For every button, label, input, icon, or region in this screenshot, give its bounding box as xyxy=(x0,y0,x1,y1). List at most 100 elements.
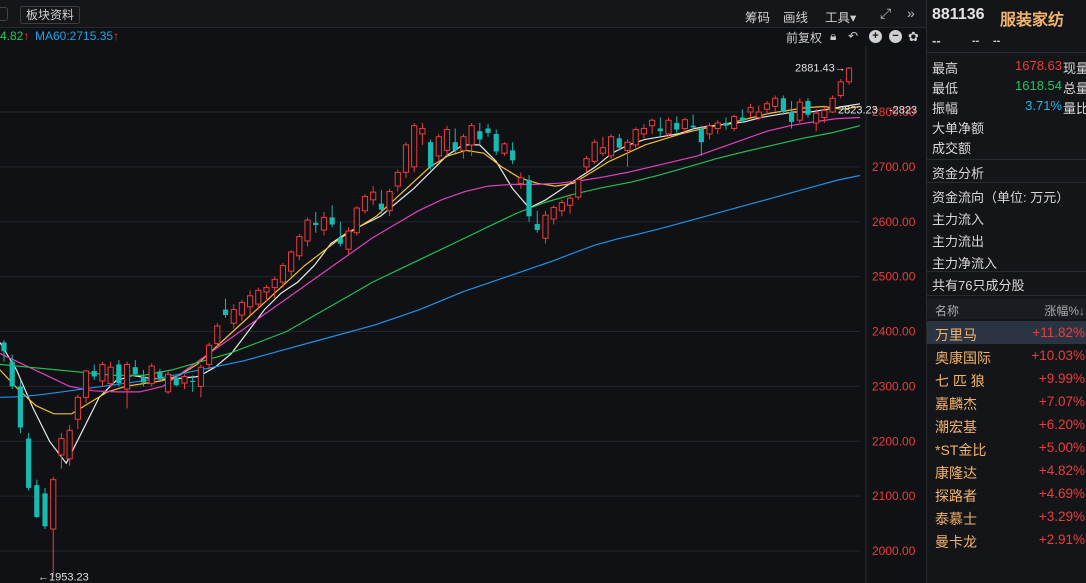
col-change-header[interactable]: 涨幅%↓ xyxy=(1044,302,1085,319)
stock-change: +7.07% xyxy=(1038,394,1085,409)
minus-circle-icon[interactable]: − xyxy=(889,30,902,43)
candle-body xyxy=(42,493,48,527)
plus-circle-icon[interactable]: + xyxy=(869,30,882,43)
price-placeholder: -- xyxy=(932,33,941,48)
candle-body xyxy=(845,67,853,83)
candle-body xyxy=(517,177,524,184)
lock-icon[interactable]: 🔒︎ xyxy=(830,29,836,44)
candle-body xyxy=(337,238,343,244)
candlestick-chart[interactable]: 2800.002700.002600.002500.002400.002300.… xyxy=(0,46,926,583)
candle-body xyxy=(82,370,90,398)
candle-body xyxy=(197,366,204,387)
fund-row: 主力流出 xyxy=(932,234,985,249)
stock-change: +5.00% xyxy=(1038,440,1085,455)
quote-label: 大单净额 xyxy=(932,121,985,136)
fund-row: 主力净流入 xyxy=(932,256,998,271)
col-name-header[interactable]: 名称 xyxy=(935,302,959,319)
stock-row[interactable]: 奥康国际 +10.03% xyxy=(927,344,1086,367)
stock-name: 潮宏基 xyxy=(935,419,977,435)
candle-body xyxy=(205,344,213,365)
stock-change: +9.99% xyxy=(1038,371,1085,386)
candle-body xyxy=(599,147,606,154)
low-annotation: ←1953.23 xyxy=(38,572,89,583)
candle-body xyxy=(214,325,221,345)
double-chevron-right-icon[interactable]: » xyxy=(907,5,915,21)
candle-body xyxy=(402,144,410,173)
stock-row[interactable]: 万里马 +11.82% xyxy=(927,321,1086,344)
candle-body xyxy=(132,367,138,375)
candle-body xyxy=(772,97,779,108)
candle-body xyxy=(411,125,418,168)
candle-body xyxy=(460,136,467,151)
stock-row[interactable]: 康隆达 +4.82% xyxy=(927,459,1086,482)
candle-body xyxy=(148,365,155,385)
chips-button[interactable]: 筹码 xyxy=(745,7,770,26)
candle-body xyxy=(304,219,311,242)
stock-row[interactable]: 七 匹 狼 +9.99% xyxy=(927,367,1086,390)
ma60-value: MA60:2715.35↑ xyxy=(35,29,120,43)
candle-body xyxy=(558,202,565,212)
candle-body xyxy=(173,377,179,386)
candle-body xyxy=(657,128,663,132)
candle-body xyxy=(526,180,532,217)
quote-row: 大单净额 xyxy=(932,118,1086,136)
candle-body xyxy=(66,429,73,460)
stock-name: 万里马 xyxy=(935,327,977,343)
stock-name: 探路者 xyxy=(935,488,977,504)
candle-body xyxy=(370,191,377,201)
stock-change: +2.91% xyxy=(1038,532,1085,547)
candle-body xyxy=(238,301,246,316)
stock-name: 泰慕士 xyxy=(935,511,977,527)
sector-name: 服装家纺 xyxy=(1000,12,1065,29)
stock-name: 七 匹 狼 xyxy=(935,373,985,389)
candle-body xyxy=(607,136,615,157)
change-placeholder: -- xyxy=(972,35,980,47)
candle-body xyxy=(296,236,303,257)
last-price-label-axis: -2823 xyxy=(889,104,917,116)
candle-body xyxy=(164,373,172,393)
candle-body xyxy=(99,363,106,382)
quote-label: 最低 xyxy=(932,81,959,96)
sector-code: 881136 xyxy=(932,6,985,23)
forward-restore-button[interactable]: 前复权 xyxy=(786,29,822,46)
stock-row[interactable]: 曼卡龙 +2.91% xyxy=(927,528,1086,551)
undo-icon[interactable]: ↶ xyxy=(848,29,858,43)
candle-body xyxy=(624,141,631,151)
draw-line-button[interactable]: 画线 xyxy=(783,7,808,26)
candle-body xyxy=(361,196,369,212)
fund-row: 资金流向（单位: 万元） xyxy=(932,190,1070,205)
block-info-button[interactable]: 板块资料 xyxy=(20,6,81,24)
candle-body xyxy=(190,380,196,382)
stock-change: +3.29% xyxy=(1038,509,1085,524)
stock-change: +6.20% xyxy=(1038,417,1085,432)
tools-menu-button[interactable]: 工具▾ xyxy=(825,7,856,26)
dropdown-toggle-button[interactable] xyxy=(0,7,8,21)
stock-row[interactable]: 探路者 +4.69% xyxy=(927,482,1086,505)
stock-row[interactable]: *ST金比 +5.00% xyxy=(927,436,1086,459)
expand-icon[interactable]: ⤢ xyxy=(880,5,891,22)
candle-body xyxy=(394,171,401,187)
candle-body xyxy=(640,127,648,135)
stock-row[interactable]: 嘉麟杰 +7.07% xyxy=(927,390,1086,413)
candle-body xyxy=(181,375,188,384)
quote-row: 最高 1678.63 现量 xyxy=(932,58,1086,76)
stock-row[interactable]: 泰慕士 +3.29% xyxy=(927,505,1086,528)
candle-body xyxy=(821,109,828,118)
candle-body xyxy=(386,191,393,212)
candle-body xyxy=(550,206,557,220)
quote-row: 最低 1618.54 总量 xyxy=(932,78,1086,96)
candle-body xyxy=(690,125,696,128)
candle-body xyxy=(755,111,762,118)
candle-body xyxy=(329,217,335,225)
candle-body xyxy=(829,97,836,113)
candle-body xyxy=(739,117,745,121)
quote-row: 振幅 3.71% 量比 xyxy=(932,98,1086,116)
candle-body xyxy=(813,112,820,124)
stock-row[interactable]: 潮宏基 +6.20% xyxy=(927,413,1086,436)
candle-body xyxy=(583,158,590,168)
candle-body xyxy=(9,361,15,387)
gear-icon[interactable]: ✿ xyxy=(908,29,919,45)
candle-body xyxy=(493,133,499,152)
candle-body xyxy=(649,119,656,127)
candle-body xyxy=(542,214,549,239)
